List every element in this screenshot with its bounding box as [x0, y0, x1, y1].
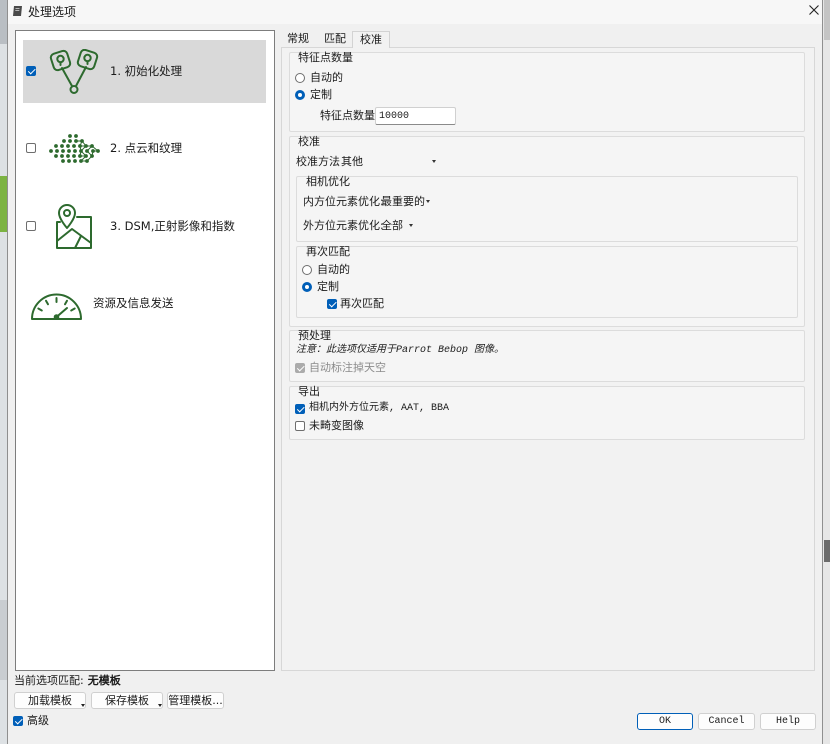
step-item-initial-processing[interactable]: 1. 初始化处理	[23, 40, 266, 103]
cancel-button[interactable]: Cancel	[698, 713, 755, 730]
group-title: 预处理	[298, 329, 331, 342]
radio-label: 定制	[317, 280, 339, 293]
sky-masking-checkbox	[295, 363, 305, 373]
step-label: 资源及信息发送	[93, 296, 174, 310]
step-item-resources-and-notifications[interactable]: 资源及信息发送	[23, 272, 266, 335]
load-template-button[interactable]: 加载模板	[14, 692, 86, 709]
radio-label: 自动的	[317, 263, 350, 276]
tab-matching[interactable]: 匹配	[319, 31, 351, 47]
gauge-icon	[31, 293, 82, 320]
dropdown-arrow-icon	[409, 224, 413, 227]
processing-steps-panel: 1. 初始化处理 2. 点云和纹理 3. DSM,正射影像和指数 资源及信息发送	[15, 30, 275, 671]
button-label: 加载模板	[28, 694, 72, 707]
keypoints-count-input[interactable]	[375, 107, 456, 125]
tab-general[interactable]: 常规	[283, 31, 313, 47]
background-window-edge-left	[0, 0, 8, 744]
camera-params-checkbox[interactable]	[295, 404, 305, 414]
window-title: 处理选项	[28, 5, 77, 19]
group-title: 相机优化	[306, 175, 350, 188]
title-bar: 处理选项	[8, 0, 822, 24]
background-fragment	[0, 176, 7, 232]
ok-button[interactable]: OK	[637, 713, 693, 730]
step-checkbox-dsm-orthomosaic[interactable]	[26, 221, 36, 231]
calibration-method-label: 校准方法	[296, 155, 340, 168]
step-item-dsm-orthomosaic[interactable]: 3. DSM,正射影像和指数	[23, 195, 266, 258]
step-checkbox-initial-processing[interactable]	[26, 66, 36, 76]
dropdown-value: 其他	[341, 155, 363, 168]
background-fragment	[0, 600, 7, 680]
step-label: 2. 点云和纹理	[110, 141, 183, 155]
calibration-tab-page: 特征点数量 自动的 定制 特征点数量: 校准 校准方法 其他 相机优化 内方位元…	[281, 47, 815, 671]
checkbox-label: 再次匹配	[340, 297, 384, 310]
rematch-group: 再次匹配 自动的 定制 再次匹配	[296, 246, 798, 318]
preprocessing-note: 注意：此选项仅适用于Parrot Bebop 图像。	[296, 345, 505, 356]
dropdown-arrow-icon	[158, 704, 162, 707]
template-status: 当前选项匹配: 无模板	[14, 675, 121, 687]
camera-optimization-group: 相机优化 内方位元素优化: 最重要的 外方位元素优化: 全部	[296, 176, 798, 242]
group-title: 再次匹配	[306, 245, 350, 258]
template-status-value: 无模板	[87, 674, 121, 687]
processing-options-dialog: 处理选项 1. 初始化处理 2. 点云和纹理 3. DSM,正射影像和指数 资源…	[0, 0, 830, 744]
group-title: 导出	[298, 385, 320, 398]
background-fragment	[0, 0, 7, 44]
background-fragment	[824, 540, 830, 562]
background-window-edge-right	[822, 0, 830, 744]
dropdown-value: 全部	[381, 219, 403, 232]
button-label: 管理模板...	[168, 694, 223, 707]
dropdown-arrow-icon	[432, 160, 436, 163]
tab-label: 匹配	[324, 32, 346, 45]
step-label: 3. DSM,正射影像和指数	[110, 219, 235, 233]
keypoints-count-label: 特征点数量:	[320, 109, 379, 122]
preprocessing-group: 预处理 注意：此选项仅适用于Parrot Bebop 图像。 自动标注掉天空	[289, 330, 805, 382]
step-checkbox-point-cloud[interactable]	[26, 143, 36, 153]
calibration-group: 校准 校准方法 其他 相机优化 内方位元素优化: 最重要的 外方位元素优化: 全…	[289, 136, 805, 327]
advanced-label: 高级	[27, 714, 49, 727]
keypoints-group: 特征点数量 自动的 定制 特征点数量:	[289, 52, 805, 132]
help-button[interactable]: Help	[760, 713, 816, 730]
dropdown-arrow-icon	[426, 200, 430, 203]
point-cloud-icon	[49, 134, 100, 163]
tab-label: 常规	[287, 32, 309, 45]
checkbox-label: 相机内外方位元素, AAT, BBA	[309, 403, 450, 414]
dropdown-arrow-icon	[81, 704, 85, 707]
close-icon	[809, 5, 819, 15]
group-title: 特征点数量	[298, 51, 353, 64]
export-group: 导出 相机内外方位元素, AAT, BBA 未畸变图像	[289, 386, 805, 440]
dropdown-value: 最重要的	[381, 195, 425, 208]
advanced-checkbox[interactable]	[13, 716, 23, 726]
radio-label: 自动的	[310, 71, 343, 84]
app-icon	[13, 6, 22, 16]
internal-optimization-label: 内方位元素优化:	[303, 195, 384, 208]
radio-label: 定制	[310, 88, 332, 101]
dsm-map-pin-icon	[56, 204, 92, 249]
external-optimization-label: 外方位元素优化:	[303, 219, 384, 232]
internal-optimization-dropdown[interactable]: 最重要的	[377, 194, 435, 210]
undistorted-images-checkbox[interactable]	[295, 421, 305, 431]
template-status-label: 当前选项匹配:	[14, 674, 84, 687]
keypoints-custom-radio[interactable]	[295, 90, 305, 100]
initial-processing-icon	[49, 49, 99, 94]
background-fragment	[824, 0, 830, 40]
tab-label: 校准	[360, 33, 382, 46]
rematch-checkbox[interactable]	[327, 299, 337, 309]
keypoints-auto-radio[interactable]	[295, 73, 305, 83]
rematch-custom-radio[interactable]	[302, 282, 312, 292]
manage-templates-button[interactable]: 管理模板...	[167, 692, 224, 709]
checkbox-label: 自动标注掉天空	[309, 361, 386, 374]
step-item-point-cloud[interactable]: 2. 点云和纹理	[23, 117, 266, 180]
external-optimization-dropdown[interactable]: 全部	[377, 218, 418, 234]
checkbox-label: 未畸变图像	[309, 419, 364, 432]
save-template-button[interactable]: 保存模板	[91, 692, 163, 709]
rematch-auto-radio[interactable]	[302, 265, 312, 275]
tab-calibration[interactable]: 校准	[352, 31, 390, 48]
button-label: 保存模板	[105, 694, 149, 707]
close-button[interactable]	[800, 0, 822, 22]
step-label: 1. 初始化处理	[110, 64, 183, 78]
group-title: 校准	[298, 135, 320, 148]
calibration-method-dropdown[interactable]: 其他	[337, 154, 441, 170]
